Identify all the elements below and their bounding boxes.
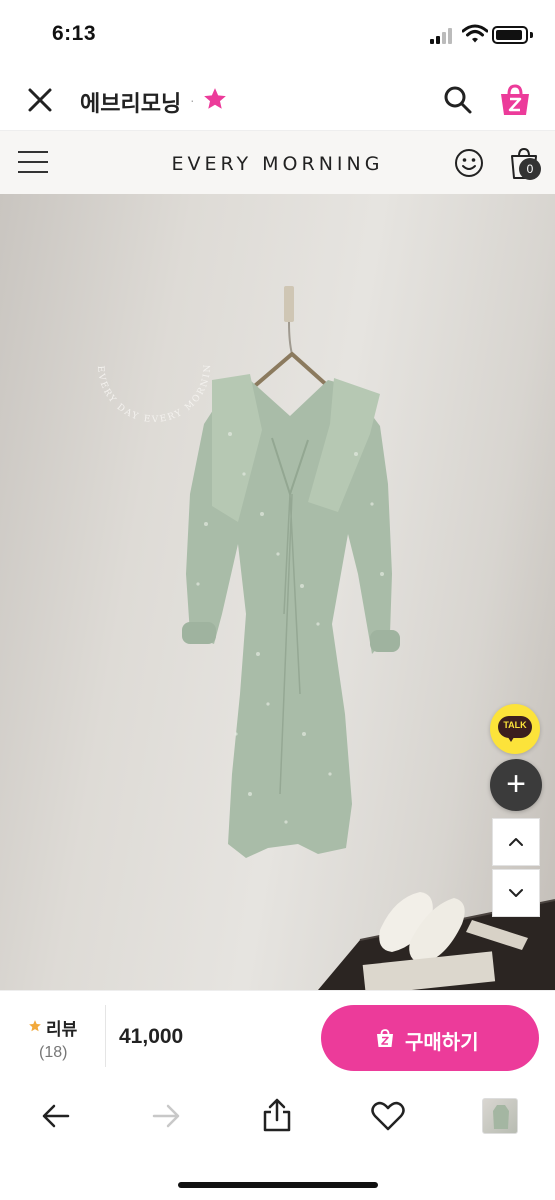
product-image[interactable]: EVERY DAY EVERY MORNING [0, 194, 555, 990]
talk-label: TALK [503, 720, 527, 730]
bottom-nav [0, 1080, 555, 1200]
purchase-bar: 리뷰 41,000 구매하기 [0, 990, 555, 1080]
zigzag-bag-icon [377, 1029, 393, 1047]
app-header: 에브리모닝 · [0, 70, 555, 130]
battery-tip [530, 32, 533, 38]
signal-icon [430, 28, 454, 44]
buy-button[interactable]: 구매하기 [321, 1005, 539, 1071]
buy-button-label: 구매하기 [405, 1032, 479, 1054]
status-time: 6:13 [52, 22, 97, 45]
scroll-up-button[interactable] [492, 818, 540, 866]
product-price: 41,000 [119, 1025, 184, 1048]
home-indicator [178, 1182, 378, 1188]
review-star-icon [29, 1020, 41, 1032]
smile-icon[interactable] [454, 148, 484, 178]
battery-icon [492, 26, 528, 44]
back-arrow-icon[interactable] [36, 1096, 76, 1136]
dress-illustration [182, 286, 555, 990]
separator-dot: · [190, 92, 195, 108]
star-icon[interactable] [202, 86, 228, 112]
close-icon[interactable] [24, 84, 56, 116]
status-bar: 6:13 [0, 0, 555, 70]
forward-arrow-icon[interactable] [146, 1096, 186, 1136]
store-name[interactable]: 에브리모닝 [80, 86, 181, 118]
chevron-down-icon [509, 889, 523, 897]
heart-icon[interactable] [368, 1096, 408, 1136]
thumbnail-dress [493, 1105, 509, 1129]
chevron-up-icon [509, 838, 523, 846]
review-count: (18) [39, 1044, 68, 1061]
cart-count-badge: 0 [519, 158, 541, 180]
plus-button[interactable]: + [490, 759, 542, 811]
share-icon[interactable] [257, 1096, 297, 1136]
kakao-talk-button[interactable]: TALK [490, 704, 540, 754]
product-thumbnail[interactable] [482, 1098, 518, 1134]
review-label: 리뷰 [46, 1020, 78, 1039]
wifi-icon [462, 24, 488, 43]
search-icon[interactable] [442, 84, 474, 116]
divider [105, 1005, 106, 1067]
store-header: EVERY MORNING [0, 130, 555, 194]
zigzag-bag-icon[interactable] [497, 82, 533, 118]
scroll-down-button[interactable] [492, 869, 540, 917]
